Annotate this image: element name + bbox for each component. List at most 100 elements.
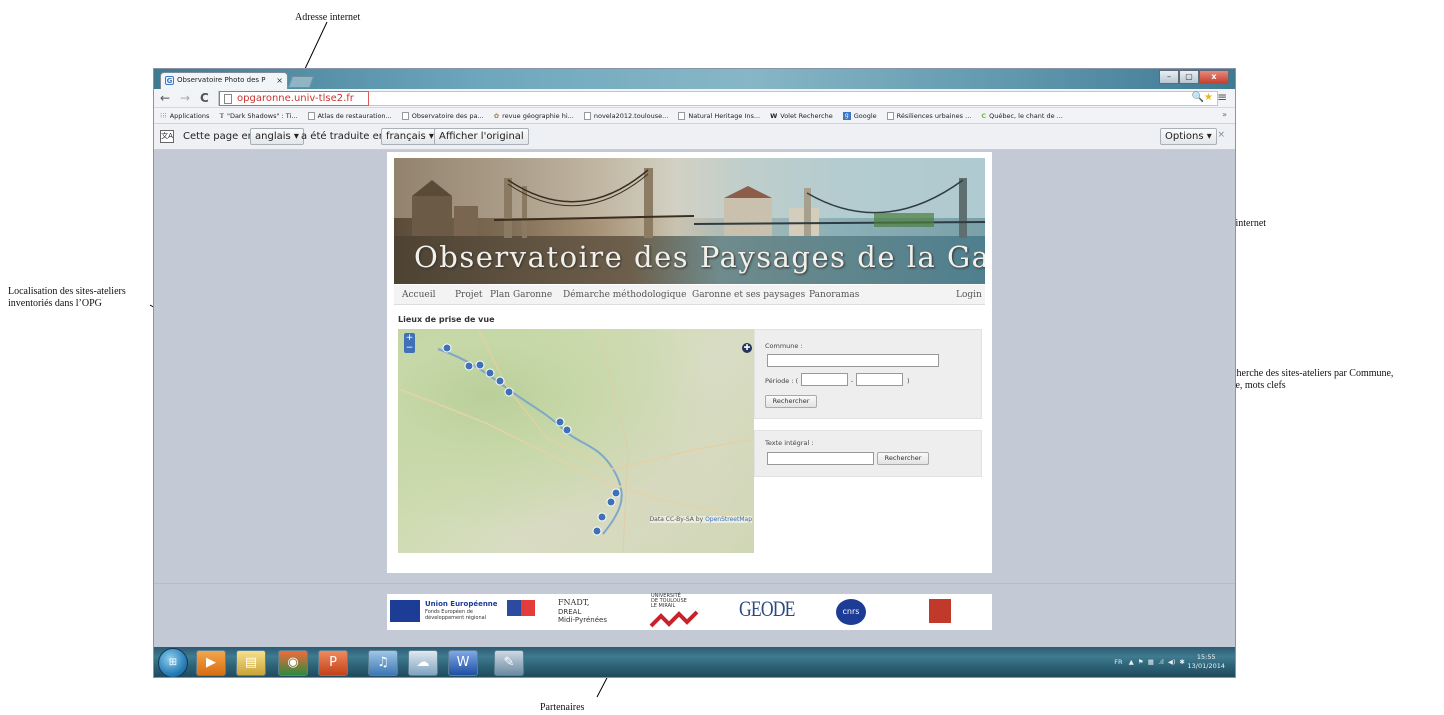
system-tray: FR ▲ ⚑ ▦ .ıl ◀) ✱	[1114, 658, 1185, 666]
map-marker[interactable]	[442, 343, 452, 353]
source-language-select[interactable]: anglais ▾	[250, 128, 304, 145]
nav-projet[interactable]: Projet	[455, 285, 483, 305]
powerpoint-icon[interactable]: P	[318, 650, 348, 676]
period-start-input[interactable]	[801, 373, 848, 386]
translate-close-button[interactable]: ×	[1217, 130, 1225, 140]
bookmark-item[interactable]: Atlas de restauration...	[307, 111, 392, 120]
search-panel-commune: Commune : Période : ( - ) Rechercher	[754, 329, 982, 419]
map-marker[interactable]	[611, 488, 621, 498]
target-language-select[interactable]: français ▾	[381, 128, 439, 145]
site-banner: Observatoire des Paysages de la Garonne	[394, 158, 985, 284]
fulltext-search-button[interactable]: Rechercher	[877, 452, 929, 465]
page-icon	[886, 111, 894, 120]
nav-garonne-paysages[interactable]: Garonne et ses paysages	[692, 285, 805, 305]
back-button[interactable]: ←	[160, 91, 170, 105]
marianne-red-icon	[521, 600, 535, 616]
commune-input[interactable]	[767, 354, 939, 367]
start-button[interactable]: ⊞	[158, 648, 188, 677]
map-marker[interactable]	[562, 425, 572, 435]
zoom-in-button[interactable]: +	[404, 333, 415, 343]
fulltext-input[interactable]	[767, 452, 874, 465]
bookmark-favicon-icon: 𝕋	[219, 111, 224, 120]
bookmark-item[interactable]: C Québec, le chant de ...	[981, 112, 1063, 120]
nav-demarche[interactable]: Démarche méthodologique	[563, 285, 686, 305]
bookmark-favicon-icon: ✿	[493, 111, 500, 120]
map-marker[interactable]	[495, 376, 505, 386]
map-attribution: Data CC-By-SA by OpenStreetMap	[649, 516, 752, 523]
zoom-out-button[interactable]: −	[404, 343, 415, 353]
zoom-star-icons[interactable]: 🔍★	[1192, 92, 1213, 103]
bookmark-item[interactable]: W Volet Recherche	[770, 112, 833, 120]
browser-tab[interactable]: G Observatoire Photo des P ×	[160, 72, 288, 89]
system-clock[interactable]: 15:55 13/01/2014	[1188, 653, 1225, 671]
itunes-icon[interactable]: ♫	[368, 650, 398, 676]
bookmark-item[interactable]: ✿ revue géographie hi...	[494, 112, 574, 120]
bookmarks-overflow-button[interactable]: »	[1222, 110, 1227, 119]
bookmark-item[interactable]: 𝕋 "Dark Shadows" : Ti...	[219, 112, 297, 120]
eu-logo-sub2: développement régional	[425, 615, 487, 621]
close-window-button[interactable]: x	[1199, 70, 1229, 84]
map-marker[interactable]	[504, 387, 514, 397]
map-marker[interactable]	[555, 417, 565, 427]
map-marker[interactable]	[485, 368, 495, 378]
geode-logo: GEODE	[739, 596, 795, 621]
chrome-menu-icon[interactable]: ≡	[1217, 90, 1227, 104]
tray-icons[interactable]: ▲ ⚑ ▦ .ıl ◀) ✱	[1125, 658, 1185, 666]
map-marker[interactable]	[606, 497, 616, 507]
clock-date: 13/01/2014	[1187, 662, 1225, 670]
utm-line3: LE MIRAIL	[651, 603, 676, 609]
sites-map[interactable]: + − ✚ Data CC-By-SA by OpenStreetMap	[398, 329, 754, 553]
nav-login[interactable]: Login	[956, 285, 982, 305]
bookmark-apps[interactable]: ⁝⁝⁝ Applications	[160, 112, 209, 120]
translate-icon: 文A	[160, 130, 174, 143]
period-end-input[interactable]	[856, 373, 903, 386]
map-marker[interactable]	[475, 360, 485, 370]
bookmark-item[interactable]: Natural Heritage Ins...	[678, 111, 760, 120]
maximize-button[interactable]: ▢	[1179, 70, 1199, 84]
bookmark-item[interactable]: Observatoire des pa...	[401, 111, 484, 120]
google-icon: g	[842, 111, 851, 120]
annotation-address: Adresse internet	[295, 12, 361, 23]
bookmarks-bar: ⁝⁝⁝ Applications 𝕋 "Dark Shadows" : Ti... …	[154, 108, 1235, 124]
map-marker[interactable]	[592, 526, 602, 536]
translate-bar: 文A Cette page en anglais ▾ a été traduit…	[154, 124, 1235, 150]
map-marker[interactable]	[597, 512, 607, 522]
show-original-button[interactable]: Afficher l'original	[434, 128, 529, 145]
tab-favicon-icon: G	[165, 76, 174, 85]
bookmark-item[interactable]: g Google	[842, 111, 877, 120]
word-icon[interactable]: W	[448, 650, 478, 676]
nav-accueil[interactable]: Accueil	[402, 285, 435, 305]
language-indicator[interactable]: FR	[1114, 658, 1122, 666]
periode-label: Période : (	[765, 377, 799, 385]
map-layers-icon[interactable]: ✚	[742, 343, 752, 353]
star-icon[interactable]: ★	[1204, 92, 1213, 103]
fulltext-label: Texte intégral :	[765, 439, 814, 447]
search-button[interactable]: Rechercher	[765, 395, 817, 408]
new-tab-button[interactable]	[287, 76, 315, 88]
paint-icon[interactable]: ✎	[494, 650, 524, 676]
nav-plan-garonne[interactable]: Plan Garonne	[490, 285, 552, 305]
reload-button[interactable]: C	[200, 91, 209, 105]
app-icon[interactable]: ☁	[408, 650, 438, 676]
bookmark-item[interactable]: Résiliences urbaines ...	[886, 111, 971, 120]
marianne-blue-icon	[507, 600, 521, 616]
chrome-icon[interactable]: ◉	[278, 650, 308, 676]
map-marker[interactable]	[464, 361, 474, 371]
address-bar[interactable]: opgaronne.univ-tlse2.fr 🔍★	[218, 91, 1218, 106]
bookmark-item[interactable]: novela2012.toulouse...	[583, 111, 668, 120]
annotation-partenaires: Partenaires	[540, 702, 585, 713]
midi-pyrenees-text: Midi-Pyrénées	[558, 616, 607, 624]
forward-button[interactable]: →	[180, 91, 190, 105]
commune-label: Commune :	[765, 342, 803, 350]
windows-taskbar: ⊞ ▶ ▤ ◉ P ♫ ☁ W ✎ FR ▲ ⚑ ▦ .ıl ◀) ✱ 15:5…	[154, 647, 1235, 677]
period-separator: -	[851, 377, 854, 385]
tab-close-button[interactable]: ×	[276, 73, 283, 88]
media-player-icon[interactable]: ▶	[196, 650, 226, 676]
osm-link[interactable]: OpenStreetMap	[705, 516, 752, 523]
translate-options-button[interactable]: Options ▾	[1160, 128, 1217, 145]
explorer-icon[interactable]: ▤	[236, 650, 266, 676]
minimize-button[interactable]: –	[1159, 70, 1179, 84]
nav-panoramas[interactable]: Panoramas	[809, 285, 859, 305]
eu-flag-icon	[390, 600, 420, 622]
translate-text-1: Cette page en	[183, 131, 254, 142]
